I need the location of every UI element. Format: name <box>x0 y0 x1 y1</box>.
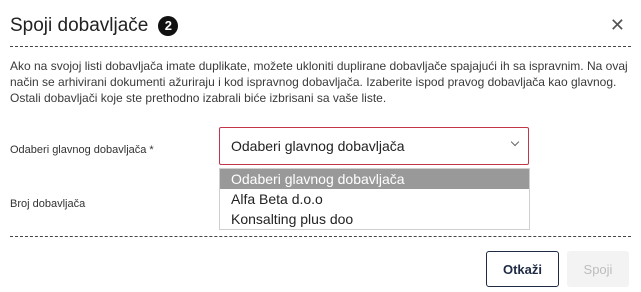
header-divider <box>10 46 631 47</box>
step-badge: 2 <box>158 16 179 36</box>
merge-button[interactable]: Spoji <box>567 251 629 287</box>
dropdown-option-alfa-beta[interactable]: Alfa Beta d.o.o <box>220 189 529 209</box>
dialog-description: Ako na svojoj listi dobavljača imate dup… <box>10 59 628 105</box>
main-supplier-label: Odaberi glavnog dobavljača * <box>10 144 154 156</box>
supplier-dropdown-list: Odaberi glavnog dobavljača Alfa Beta d.o… <box>219 168 530 230</box>
chevron-down-icon <box>510 137 520 147</box>
main-supplier-select[interactable]: Odaberi glavnog dobavljača <box>219 127 529 165</box>
select-value: Odaberi glavnog dobavljača <box>231 138 405 154</box>
close-icon[interactable]: ✕ <box>610 16 625 34</box>
cancel-button[interactable]: Otkaži <box>486 251 559 287</box>
dialog-title-text: Spoji dobavljače <box>10 15 149 36</box>
dropdown-option-konsalting-plus[interactable]: Konsalting plus doo <box>220 209 529 229</box>
supplier-count-label: Broj dobavljača <box>10 198 86 210</box>
dropdown-option-placeholder[interactable]: Odaberi glavnog dobavljača <box>220 169 529 189</box>
dialog-title: Spoji dobavljače 2 <box>10 14 179 38</box>
footer-divider <box>10 236 631 237</box>
